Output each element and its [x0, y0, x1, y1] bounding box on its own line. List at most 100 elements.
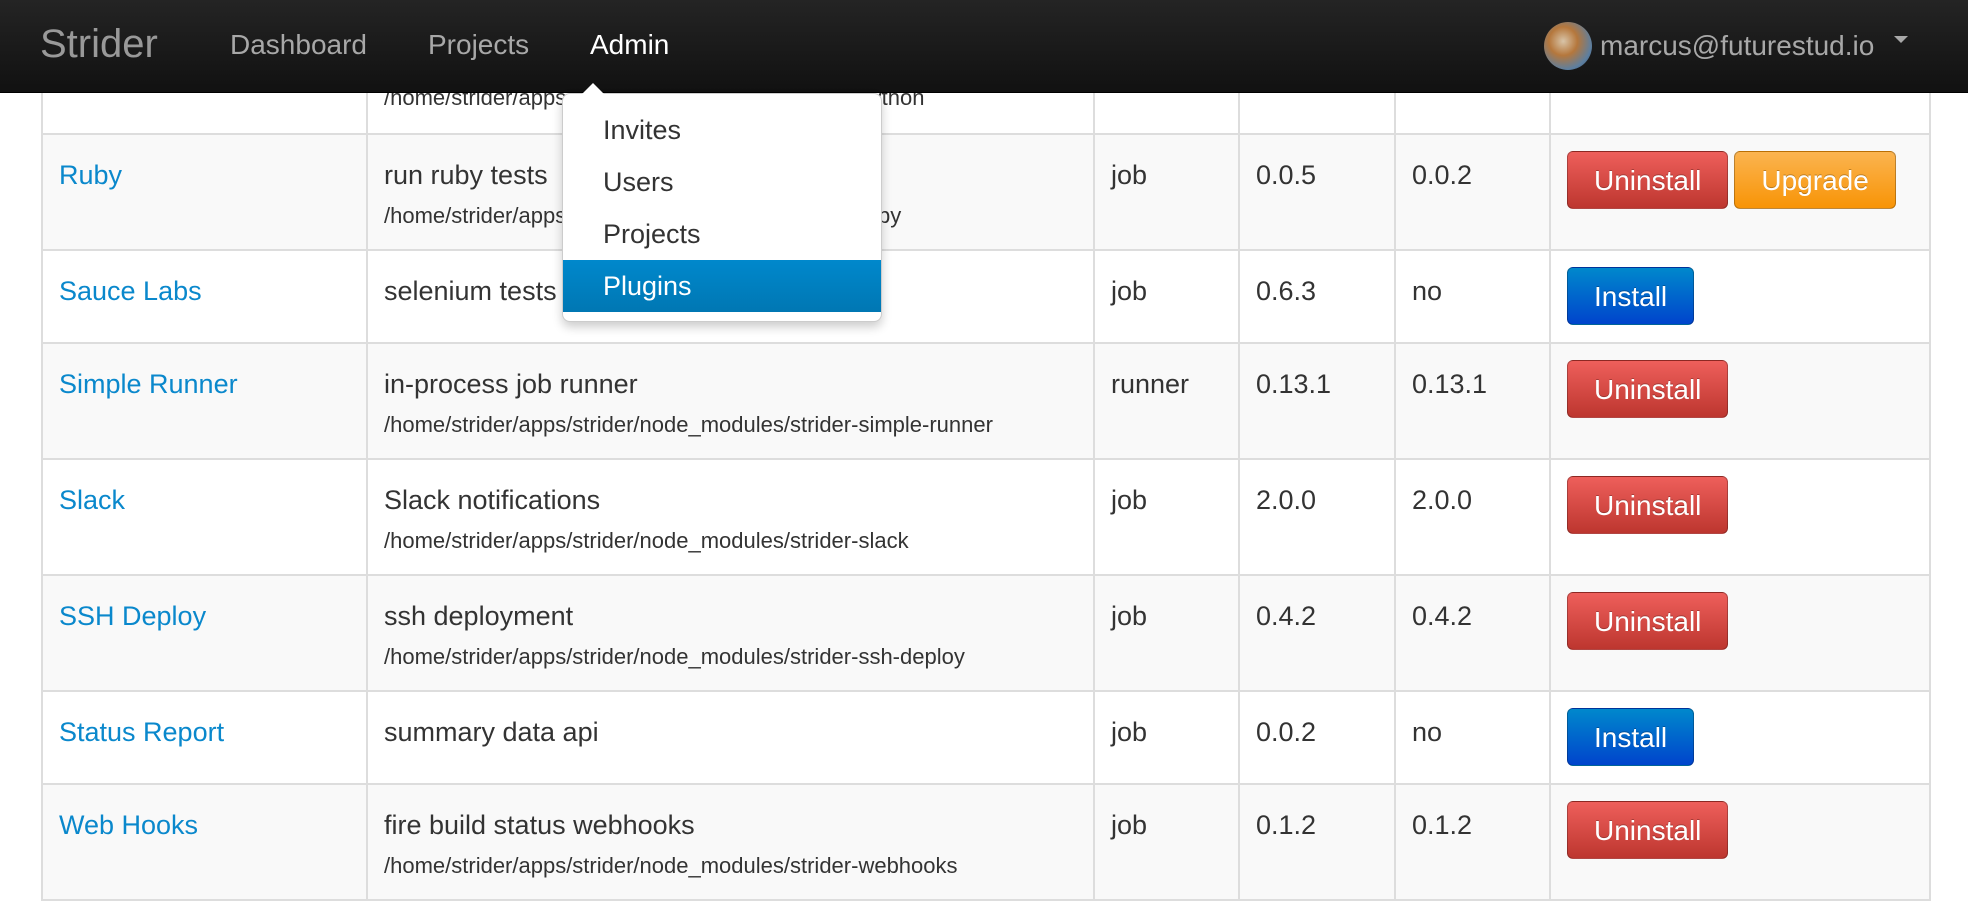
- plugin-type-cell: job: [1093, 133, 1240, 251]
- plugin-actions-cell: Install: [1549, 690, 1931, 785]
- plugin-installed-version: no: [1412, 276, 1443, 306]
- plugin-description: Slack notifications: [384, 485, 601, 515]
- uninstall-button[interactable]: Uninstall: [1567, 476, 1729, 534]
- plugin-latest-version: 0.13.1: [1256, 369, 1332, 399]
- plugin-name-link[interactable]: SSH Deploy: [59, 601, 206, 631]
- plugin-latest-cell: 0.1.2: [1238, 783, 1396, 901]
- plugin-installed-version: 0.0.2: [1412, 160, 1473, 190]
- plugin-path: /home/strider/apps/strider/node_modules/…: [384, 412, 993, 437]
- user-menu[interactable]: marcus@futurestud.io: [1544, 22, 1909, 70]
- uninstall-button[interactable]: Uninstall: [1567, 151, 1729, 209]
- plugin-latest-version: 2.0.0: [1256, 485, 1317, 515]
- uninstall-button[interactable]: Uninstall: [1567, 360, 1729, 418]
- plugin-latest-cell: 0.4.2: [1238, 574, 1396, 692]
- menu-item-invites[interactable]: Invites: [563, 104, 881, 156]
- plugin-type-cell: job: [1093, 783, 1240, 901]
- plugin-installed-cell: no: [1394, 249, 1551, 344]
- plugin-name-cell: Web Hooks: [41, 783, 368, 901]
- admin-dropdown-menu: Invites Users Projects Plugins: [562, 93, 882, 322]
- plugin-latest-version: 0.4.2: [1256, 601, 1317, 631]
- plugin-latest-version: 0.0.5: [1256, 160, 1317, 190]
- nav-admin[interactable]: Admin: [590, 0, 669, 93]
- plugin-latest-version: 0.1.2: [1256, 810, 1317, 840]
- plugin-description-cell: in-process job runner /home/strider/apps…: [366, 342, 1095, 460]
- table-row: Simple Runner in-process job runner /hom…: [41, 342, 1931, 460]
- plugin-type-cell: job: [1093, 249, 1240, 344]
- uninstall-button[interactable]: Uninstall: [1567, 801, 1729, 859]
- plugin-description: selenium tests: [384, 276, 557, 306]
- plugin-actions-cell: Install: [1549, 249, 1931, 344]
- plugin-name-cell: Slack: [41, 458, 368, 576]
- plugin-description-cell: summary data api: [366, 690, 1095, 785]
- plugin-name-cell: Ruby: [41, 133, 368, 251]
- plugin-installed-version: no: [1412, 717, 1443, 747]
- table-row: Slack Slack notifications /home/strider/…: [41, 458, 1931, 576]
- plugin-type: job: [1111, 485, 1148, 515]
- plugin-type: job: [1111, 601, 1148, 631]
- nav-dashboard[interactable]: Dashboard: [230, 0, 367, 93]
- plugin-installed-version: 2.0.0: [1412, 485, 1473, 515]
- plugin-description: fire build status webhooks: [384, 810, 695, 840]
- plugin-name-link[interactable]: Slack: [59, 485, 125, 515]
- plugin-description: summary data api: [384, 717, 599, 747]
- menu-item-projects[interactable]: Projects: [563, 208, 881, 260]
- plugin-name-link[interactable]: Simple Runner: [59, 369, 238, 399]
- plugin-type: job: [1111, 276, 1148, 306]
- plugin-installed-version: 0.4.2: [1412, 601, 1473, 631]
- plugin-latest-version: 0.0.2: [1256, 717, 1317, 747]
- plugin-name-link[interactable]: Web Hooks: [59, 810, 198, 840]
- caret-down-icon[interactable]: [1894, 35, 1909, 43]
- plugin-installed-cell: no: [1394, 690, 1551, 785]
- plugin-actions-cell: Uninstall: [1549, 458, 1931, 576]
- menu-item-users[interactable]: Users: [563, 156, 881, 208]
- plugin-latest-cell: 0.6.3: [1238, 249, 1396, 344]
- plugin-installed-cell: 0.4.2: [1394, 574, 1551, 692]
- dropdown-arrow-icon: [581, 83, 605, 95]
- plugin-latest-cell: 2.0.0: [1238, 458, 1396, 576]
- avatar[interactable]: [1544, 22, 1592, 70]
- plugin-path: /home/strider/apps/strider/node_modules/…: [384, 853, 958, 878]
- plugin-installed-cell: 0.1.2: [1394, 783, 1551, 901]
- plugin-type-cell: job: [1093, 690, 1240, 785]
- table-row: SSH Deploy ssh deployment /home/strider/…: [41, 574, 1931, 692]
- table-row: Ruby run ruby tests /home/strider/apps/s…: [41, 133, 1931, 251]
- plugin-name-link[interactable]: Status Report: [59, 717, 224, 747]
- menu-item-plugins[interactable]: Plugins: [563, 260, 881, 312]
- plugin-name-cell: Simple Runner: [41, 342, 368, 460]
- plugin-description-cell: Slack notifications /home/strider/apps/s…: [366, 458, 1095, 576]
- plugin-installed-cell: 0.13.1: [1394, 342, 1551, 460]
- plugin-actions-cell: Uninstall: [1549, 574, 1931, 692]
- plugin-name-link[interactable]: Ruby: [59, 160, 122, 190]
- plugin-latest-cell: 0.13.1: [1238, 342, 1396, 460]
- plugin-latest-version: 0.6.3: [1256, 276, 1317, 306]
- plugin-actions-cell: Uninstall: [1549, 342, 1931, 460]
- plugin-description-cell: fire build status webhooks /home/strider…: [366, 783, 1095, 901]
- brand-logo[interactable]: Strider: [40, 18, 158, 70]
- plugin-description-cell: ssh deployment /home/strider/apps/stride…: [366, 574, 1095, 692]
- plugin-name-cell: Status Report: [41, 690, 368, 785]
- plugin-installed-cell: 2.0.0: [1394, 458, 1551, 576]
- uninstall-button[interactable]: Uninstall: [1567, 592, 1729, 650]
- plugin-installed-version: 0.13.1: [1412, 369, 1488, 399]
- plugin-description: in-process job runner: [384, 369, 638, 399]
- plugin-name-cell: Sauce Labs: [41, 249, 368, 344]
- plugin-installed-version: 0.1.2: [1412, 810, 1473, 840]
- plugin-actions-cell: Uninstall: [1549, 783, 1931, 901]
- table-row: Sauce Labs selenium tests job 0.6.3 no I…: [41, 249, 1931, 344]
- install-button[interactable]: Install: [1567, 708, 1695, 766]
- nav-projects[interactable]: Projects: [428, 0, 529, 93]
- plugins-table: /home/strider/apps/strider/node_modules/…: [41, 0, 1931, 901]
- plugin-latest-cell: 0.0.5: [1238, 133, 1396, 251]
- plugin-name-link[interactable]: Sauce Labs: [59, 276, 202, 306]
- upgrade-button[interactable]: Upgrade: [1734, 151, 1896, 209]
- plugin-type-cell: runner: [1093, 342, 1240, 460]
- plugin-type: runner: [1111, 369, 1190, 399]
- plugin-actions-cell: Uninstall Upgrade: [1549, 133, 1931, 251]
- plugin-path: /home/strider/apps/strider/node_modules/…: [384, 644, 965, 669]
- user-email[interactable]: marcus@futurestud.io: [1600, 30, 1874, 62]
- table-row: Web Hooks fire build status webhooks /ho…: [41, 783, 1931, 901]
- plugin-type: job: [1111, 717, 1148, 747]
- plugin-type: job: [1111, 810, 1148, 840]
- plugin-latest-cell: 0.0.2: [1238, 690, 1396, 785]
- install-button[interactable]: Install: [1567, 267, 1695, 325]
